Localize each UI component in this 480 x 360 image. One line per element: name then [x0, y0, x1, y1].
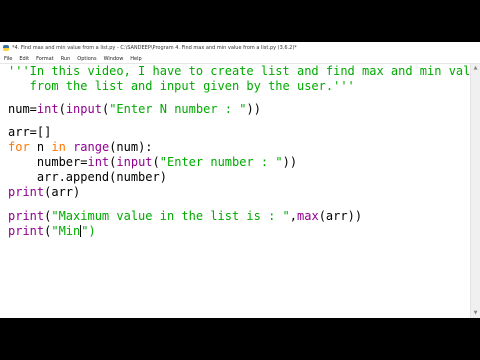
- builtin-text: range: [73, 140, 110, 154]
- code-text: (num):: [109, 140, 153, 154]
- code-text: arr.append(number): [8, 170, 167, 184]
- menu-window[interactable]: Window: [101, 56, 127, 62]
- code-text: (: [152, 155, 160, 169]
- code-line: print("Maximum value in the list is : ",…: [8, 209, 362, 224]
- string-literal: "Enter N number : ": [109, 102, 247, 116]
- builtin-text: print: [8, 185, 45, 199]
- string-literal: "Min: [51, 224, 81, 238]
- string-literal: "Enter number : ": [159, 155, 283, 169]
- docstring: from the list and input given by the use…: [8, 79, 355, 93]
- code-text: number=: [8, 155, 88, 169]
- string-literal: "Maximum value in the list is : ": [51, 209, 290, 223]
- window-title: *4. Find max and min value from a list.p…: [12, 45, 297, 51]
- builtin-text: int: [36, 102, 59, 116]
- code-text: arr=[]: [8, 125, 52, 139]
- menu-edit[interactable]: Edit: [16, 56, 32, 62]
- code-text: (: [58, 102, 66, 116]
- code-line: '''In this video, I have to create list …: [8, 64, 480, 79]
- string-literal: "): [81, 224, 96, 238]
- menu-options[interactable]: Options: [74, 56, 99, 62]
- idle-editor-window: *4. Find max and min value from a list.p…: [0, 42, 480, 318]
- code-text: (arr): [44, 185, 81, 199]
- python-icon: [3, 45, 9, 51]
- code-line: from the list and input given by the use…: [8, 79, 355, 94]
- vertical-scrollbar[interactable]: ▲ ▼: [470, 64, 480, 318]
- code-text: n: [29, 140, 52, 154]
- docstring: '''In this video, I have to create list …: [8, 64, 480, 78]
- menu-help[interactable]: Help: [127, 56, 144, 62]
- menu-format[interactable]: Format: [33, 56, 57, 62]
- code-line: number=int(input("Enter number : ")): [8, 155, 297, 170]
- builtin-text: int: [87, 155, 110, 169]
- code-line: arr=[]: [8, 125, 51, 140]
- menu-file[interactable]: File: [1, 56, 15, 62]
- code-line: print("Min"): [8, 224, 96, 239]
- builtin-text: print: [8, 224, 45, 238]
- code-line: for n in range(num):: [8, 140, 153, 155]
- builtin-text: max: [297, 209, 319, 223]
- code-text: ,: [289, 209, 298, 223]
- code-editor[interactable]: '''In this video, I have to create list …: [0, 64, 480, 318]
- code-text: )): [246, 102, 261, 116]
- menu-run[interactable]: Run: [58, 56, 74, 62]
- code-line: num=int(input("Enter N number : ")): [8, 102, 261, 117]
- title-bar[interactable]: *4. Find max and min value from a list.p…: [0, 42, 480, 54]
- code-text: (arr)): [318, 209, 363, 223]
- code-line: print(arr): [8, 185, 80, 200]
- keyword-text: for: [8, 140, 30, 154]
- menu-bar: File Edit Format Run Options Window Help: [0, 54, 480, 64]
- builtin-text: input: [116, 155, 153, 169]
- code-text: )): [282, 155, 298, 169]
- scroll-up-arrow-icon[interactable]: ▲: [471, 64, 480, 73]
- builtin-text: input: [65, 102, 102, 116]
- code-line: arr.append(number): [8, 170, 167, 185]
- keyword-text: in: [51, 140, 66, 154]
- scroll-down-arrow-icon[interactable]: ▼: [471, 309, 480, 318]
- code-text: num=: [8, 102, 37, 116]
- builtin-text: print: [8, 209, 45, 223]
